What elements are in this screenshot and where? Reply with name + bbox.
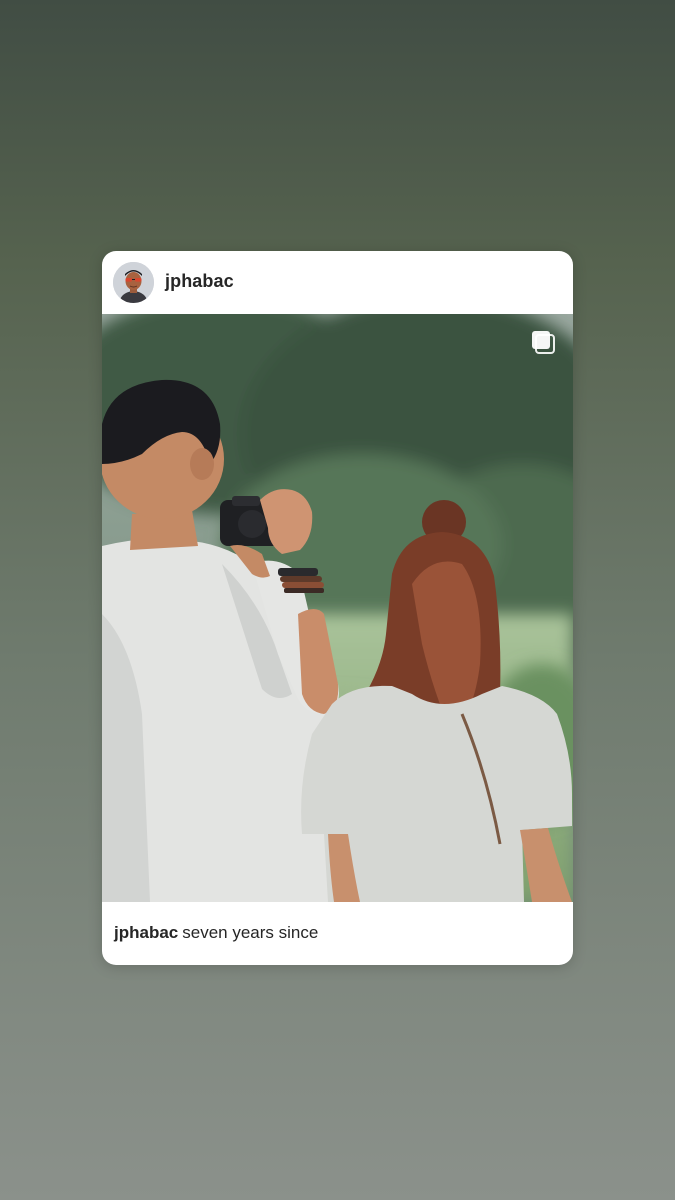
post-photo[interactable] xyxy=(102,314,573,902)
post-author-username[interactable]: jphabac xyxy=(165,271,234,292)
post-header: jphabac xyxy=(102,251,573,314)
caption-text: seven years since xyxy=(182,923,319,942)
multiple-photos-icon xyxy=(531,330,557,356)
shared-post-card[interactable]: jphabac jphabac seven years since xyxy=(102,251,573,965)
caption-username[interactable]: jphabac xyxy=(114,923,178,942)
post-caption: jphabac seven years since xyxy=(114,923,318,943)
avatar[interactable] xyxy=(113,262,154,303)
